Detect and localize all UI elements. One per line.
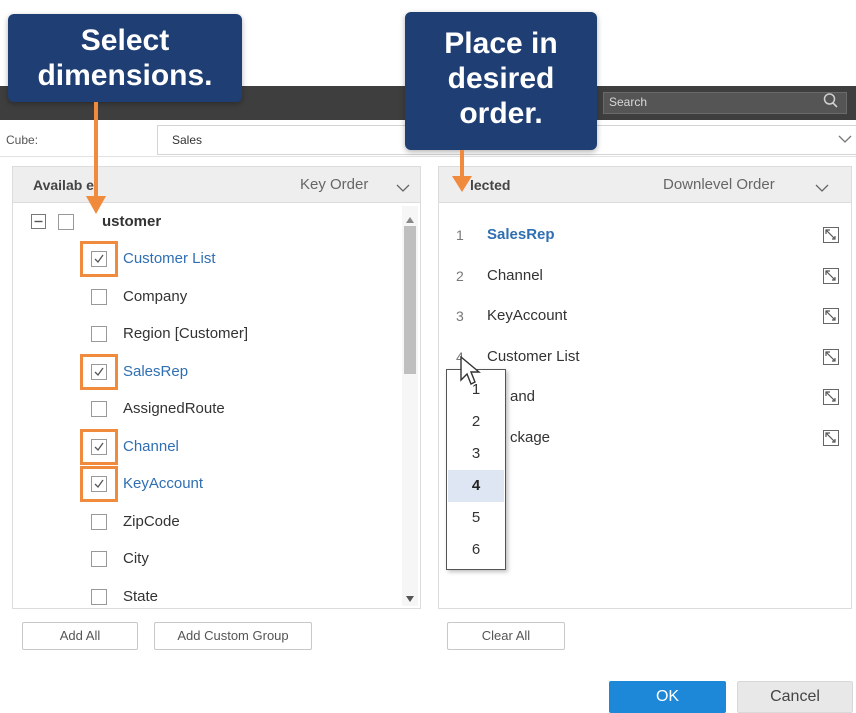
customer-checkbox[interactable] [58,214,74,230]
order-option[interactable]: 3 [448,438,504,470]
highlight-box [80,241,118,277]
cube-value: Sales [172,133,203,147]
tree-root-label: ustomer [102,213,162,230]
ok-button[interactable]: OK [609,681,726,713]
item-checkbox[interactable] [91,401,107,417]
order-number[interactable]: 1 [456,227,464,243]
callout-line: Select [80,24,170,57]
item-checkbox[interactable] [91,551,107,567]
order-option[interactable]: 6 [448,534,504,566]
cancel-button[interactable]: Cancel [737,681,853,713]
order-option[interactable]: 4 [448,470,504,502]
expand-icon[interactable] [823,349,839,365]
callout-line: desired [447,62,555,95]
item-label: Region [Customer] [123,325,249,342]
item-label: State [123,588,159,605]
cube-label: Cube: [6,133,39,147]
available-order-label[interactable]: Key Order [300,176,368,193]
selected-item-label: ckage [510,429,551,446]
callout-line: dimensions. [37,59,213,92]
arrow-head-icon [452,176,472,197]
scroll-up-icon[interactable] [405,211,415,229]
chevron-down-icon[interactable] [838,132,852,144]
order-option[interactable]: 2 [448,406,504,438]
callout-place-in-order: Place in desired order. [405,12,597,150]
callout-line: Place in [444,27,558,60]
arrow-head-icon [86,196,106,219]
callout-arrow [94,102,98,202]
item-checkbox[interactable] [91,514,107,530]
item-checkbox[interactable] [91,589,107,605]
selected-order-label[interactable]: Downlevel Order [663,176,775,193]
item-label: SalesRep [123,363,189,380]
item-label: Company [123,288,188,305]
selected-item-label: and [510,388,536,405]
selected-item-label: Customer List [487,348,580,365]
collapse-icon[interactable] [31,214,46,229]
item-label: Customer List [123,250,216,267]
callout-select-dimensions: Select dimensions. [8,14,242,102]
chevron-down-icon[interactable] [815,180,829,192]
search-icon[interactable] [822,91,840,111]
search-placeholder: Search [609,95,648,109]
expand-icon[interactable] [823,268,839,284]
scroll-down-icon[interactable] [405,590,415,608]
highlight-box [80,429,118,465]
expand-icon[interactable] [823,227,839,243]
selected-title: lected [470,177,511,193]
item-label: City [123,550,149,567]
available-title: Availab e [33,177,94,193]
available-panel [12,166,421,609]
highlight-box [80,466,118,502]
chevron-down-icon[interactable] [396,180,410,192]
item-label: AssignedRoute [123,400,225,417]
item-checkbox[interactable] [91,326,107,342]
item-checkbox[interactable] [91,289,107,305]
scrollbar-thumb[interactable] [404,226,416,374]
selected-item-label: KeyAccount [487,307,568,324]
order-number[interactable]: 2 [456,268,464,284]
item-label: Channel [123,438,179,455]
add-custom-group-button[interactable]: Add Custom Group [154,622,312,650]
expand-icon[interactable] [823,308,839,324]
mouse-cursor-icon [459,355,483,391]
selected-item-label: SalesRep [487,226,555,243]
highlight-box [80,354,118,390]
order-option[interactable]: 5 [448,502,504,534]
callout-line: order. [459,97,543,130]
order-number[interactable]: 3 [456,308,464,324]
add-all-button[interactable]: Add All [22,622,138,650]
expand-icon[interactable] [823,389,839,405]
expand-icon[interactable] [823,430,839,446]
selected-item-label: Channel [487,267,543,284]
item-label: KeyAccount [123,475,204,492]
item-label: ZipCode [123,513,180,530]
clear-all-button[interactable]: Clear All [447,622,565,650]
order-dropdown[interactable]: 123456 [446,369,506,570]
